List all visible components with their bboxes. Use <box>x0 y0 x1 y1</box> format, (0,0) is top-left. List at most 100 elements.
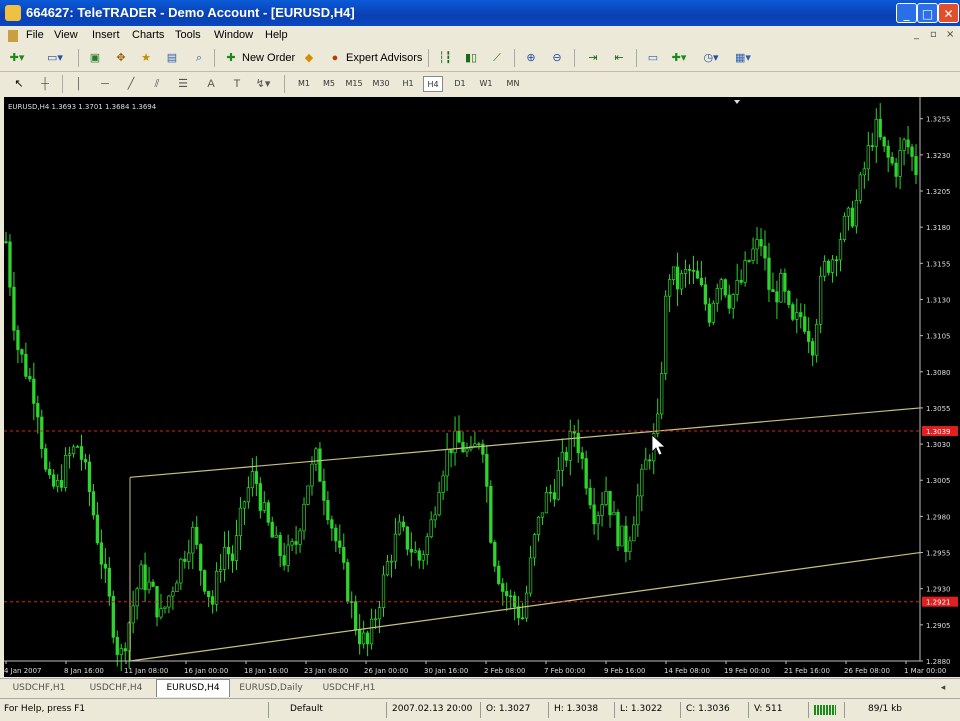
time-tick-label: 19 Feb 00:00 <box>724 667 770 675</box>
line-chart-icon[interactable]: ⟋ <box>488 49 506 67</box>
indicators-icon[interactable]: ✚▾ <box>670 49 688 67</box>
price-tick-label: 1.2980 <box>926 513 951 521</box>
strategy-tester-icon[interactable]: ⌕ <box>190 49 208 67</box>
timeframe-d1[interactable]: D1 <box>450 76 470 92</box>
candle-body <box>12 286 16 331</box>
status-help: For Help, press F1 <box>4 704 86 714</box>
expert-advisors-icon[interactable]: ● <box>326 49 344 67</box>
price-tick-label: 1.2930 <box>926 586 951 594</box>
trendline-icon[interactable]: ╱ <box>122 75 140 93</box>
periodicity-icon[interactable]: ▭ <box>644 49 662 67</box>
tab-scroll-icon[interactable]: ◂ <box>935 681 951 696</box>
menu-tools[interactable]: Tools <box>175 29 201 41</box>
price-tick-label: 1.3205 <box>926 188 951 196</box>
cursor-icon[interactable]: ↖ <box>10 75 28 93</box>
mdi-minimize-button[interactable]: _ <box>914 29 919 40</box>
price-tick-label: 1.3130 <box>926 296 951 304</box>
candle-body <box>898 150 902 177</box>
menu-window[interactable]: Window <box>214 29 253 41</box>
timeframe-m5[interactable]: M5 <box>319 76 339 92</box>
bar-chart-icon[interactable]: ┆┇ <box>436 49 454 67</box>
data-window-icon[interactable]: ✥ <box>112 49 130 67</box>
timeframe-mn[interactable]: MN <box>503 76 523 92</box>
maximize-button[interactable]: □ <box>917 3 938 23</box>
arrows-icon[interactable]: ↯▾ <box>254 75 272 93</box>
status-divider <box>748 702 749 718</box>
candle-body <box>620 525 624 547</box>
mdi-restore-button[interactable]: ▫ <box>930 29 937 40</box>
minimize-button[interactable]: _ <box>896 3 917 23</box>
candlestick-icon[interactable]: ▮▯ <box>462 49 480 67</box>
timeframe-h4[interactable]: H4 <box>423 76 443 92</box>
price-chart[interactable]: EURUSD,H4 1.3693 1.3701 1.3684 1.3694 1.… <box>4 97 960 677</box>
close-button[interactable]: ✕ <box>938 3 959 23</box>
candle-body <box>838 239 843 261</box>
candle-body <box>612 511 616 516</box>
menu-charts[interactable]: Charts <box>132 29 164 41</box>
candle-body <box>282 555 286 566</box>
timeframe-m1[interactable]: M1 <box>294 76 314 92</box>
profiles-icon[interactable]: ▭▾ <box>46 49 64 67</box>
tab-eurusd-h4[interactable]: EURUSD,H4 <box>156 679 230 697</box>
candle-body <box>20 349 24 355</box>
zoom-out-icon[interactable]: ⊖ <box>548 49 566 67</box>
tab-usdchf-h4[interactable]: USDCHF,H4 <box>80 681 152 696</box>
metaeditor-icon[interactable]: ◆ <box>300 49 318 67</box>
crosshair-icon[interactable]: ┼ <box>36 75 54 93</box>
new-chart-icon[interactable]: ✚▾ <box>8 49 26 67</box>
tab-usdchf-h1-2[interactable]: USDCHF,H1 <box>314 681 384 696</box>
new-order-button[interactable]: New Order <box>240 49 297 67</box>
menu-view[interactable]: View <box>54 29 78 41</box>
vertical-line-icon[interactable]: │ <box>70 75 88 93</box>
chart-info-label: EURUSD,H4 1.3693 1.3701 1.3684 1.3694 <box>8 103 157 111</box>
candle-body <box>830 259 835 273</box>
menu-help[interactable]: Help <box>265 29 288 41</box>
zoom-in-icon[interactable]: ⊕ <box>522 49 540 67</box>
candle-body <box>195 526 199 545</box>
new-order-icon[interactable]: ✚ <box>222 49 240 67</box>
candle-body <box>147 581 151 591</box>
chart-shift-icon[interactable]: ⇤ <box>610 49 628 67</box>
horizontal-line-icon[interactable]: ─ <box>96 75 114 93</box>
tab-usdchf-h1[interactable]: USDCHF,H1 <box>6 681 72 696</box>
candle-body <box>743 260 747 283</box>
market-watch-icon[interactable]: ▣ <box>86 49 104 67</box>
candle-body <box>63 455 68 488</box>
templates-icon[interactable]: ▦▾ <box>734 49 752 67</box>
candle-body <box>664 295 668 374</box>
terminal-icon[interactable]: ▤ <box>163 49 181 67</box>
tab-eurusd-daily[interactable]: EURUSD,Daily <box>232 681 310 696</box>
auto-scroll-icon[interactable]: ⇥ <box>584 49 602 67</box>
chart-window: EURUSD,H4 1.3693 1.3701 1.3684 1.3694 1.… <box>0 96 960 678</box>
candle-body <box>882 136 886 147</box>
time-tick-label: 4 Jan 2007 <box>4 667 42 675</box>
candle-body <box>854 200 859 227</box>
candle-body <box>489 486 493 543</box>
fibonacci-icon[interactable]: ☰ <box>174 75 192 93</box>
timeframe-m15[interactable]: M15 <box>344 76 364 92</box>
navigator-icon[interactable]: ★ <box>137 49 155 67</box>
candle-body <box>310 463 314 487</box>
channel-icon[interactable]: ⫽ <box>148 75 166 93</box>
mdi-close-button[interactable]: × <box>946 29 954 40</box>
text-icon[interactable]: A <box>202 75 220 93</box>
candle-body <box>818 275 823 325</box>
candle-body <box>258 483 262 511</box>
timeframe-m30[interactable]: M30 <box>371 76 391 92</box>
menu-insert[interactable]: Insert <box>92 29 120 41</box>
toolbar-divider <box>514 49 515 67</box>
status-divider <box>680 702 681 718</box>
timeframe-w1[interactable]: W1 <box>476 76 496 92</box>
timeframe-h1[interactable]: H1 <box>398 76 418 92</box>
candle-body <box>524 592 529 619</box>
menu-file[interactable]: File <box>26 29 44 41</box>
clock-icon[interactable]: ◷▾ <box>702 49 720 67</box>
price-tick-label: 1.2955 <box>926 550 951 558</box>
candle-body <box>187 552 191 562</box>
text-label-icon[interactable]: T <box>228 75 246 93</box>
status-low: L: 1.3022 <box>620 704 663 714</box>
candle-body <box>763 245 767 259</box>
candle-body <box>48 468 52 476</box>
expert-advisors-button[interactable]: Expert Advisors <box>344 49 424 67</box>
candle-body <box>59 480 64 488</box>
